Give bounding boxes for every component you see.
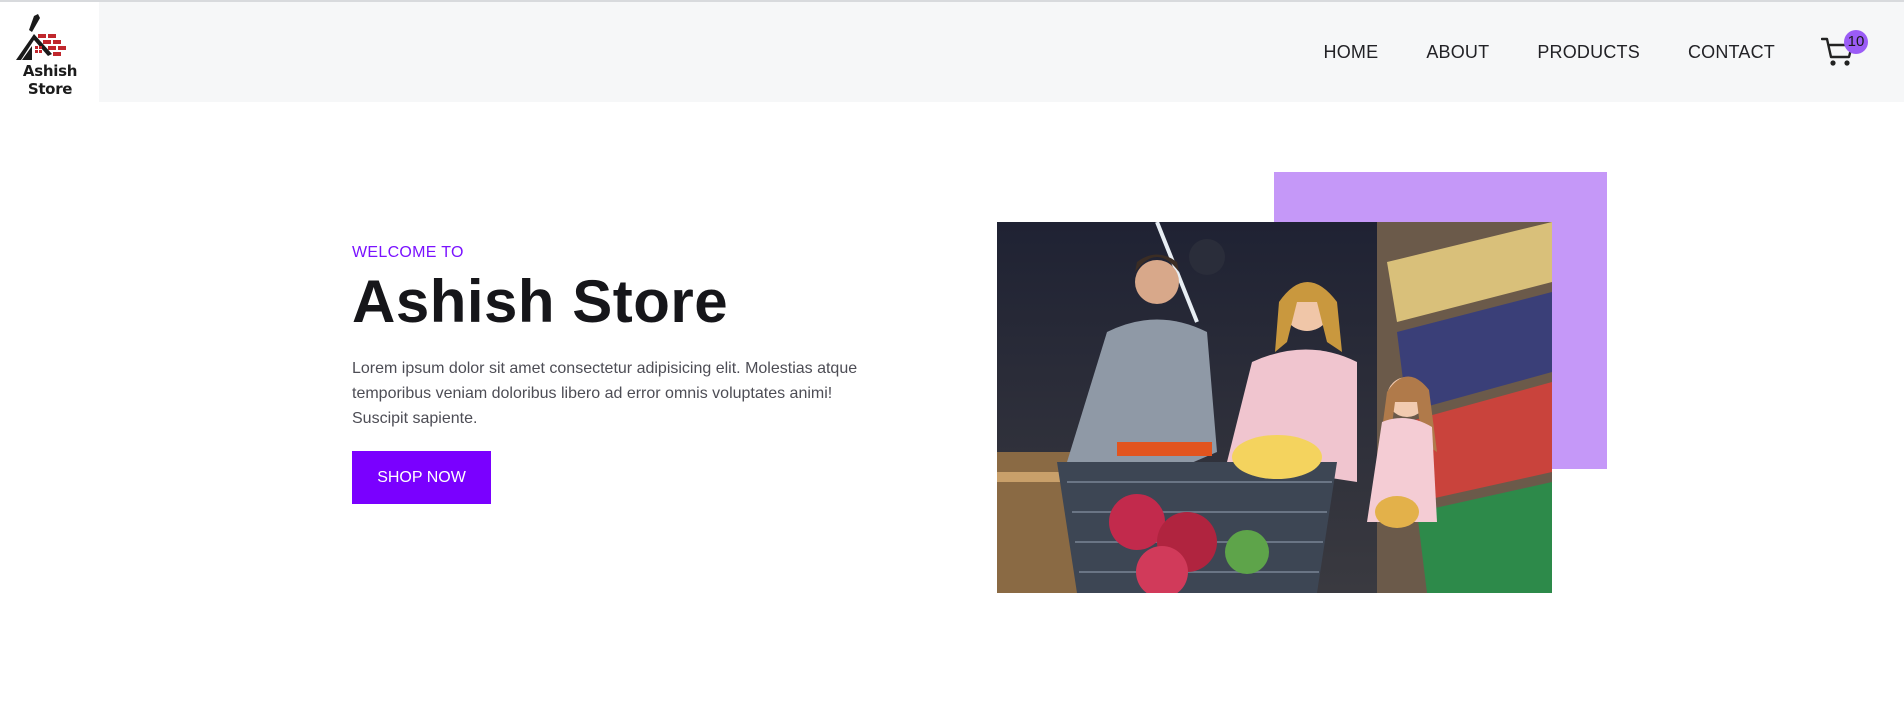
hero-description: Lorem ipsum dolor sit amet consectetur a… <box>352 360 858 427</box>
nav-contact[interactable]: CONTACT <box>1688 42 1775 63</box>
cart-count-badge: 10 <box>1844 30 1868 54</box>
nav-home[interactable]: HOME <box>1324 42 1379 63</box>
hero-title: Ashish Store <box>352 268 729 335</box>
logo[interactable]: Ashish Store <box>0 2 99 102</box>
logo-text: Ashish Store <box>22 62 78 98</box>
main-nav: HOME ABOUT PRODUCTS CONTACT <box>1276 2 1776 102</box>
cart-button[interactable]: 10 <box>1818 30 1868 74</box>
shop-now-button[interactable]: SHOP NOW <box>352 451 491 504</box>
house-logo-icon <box>16 14 66 60</box>
family-shopping-illustration <box>997 222 1552 593</box>
nav-products[interactable]: PRODUCTS <box>1537 42 1640 63</box>
hero-image <box>997 222 1552 593</box>
nav-about[interactable]: ABOUT <box>1426 42 1489 63</box>
navbar: Ashish Store HOME ABOUT PRODUCTS CONTACT… <box>0 2 1904 102</box>
hero-text: WELCOME TO Ashish Store Lorem ipsum dolo… <box>352 244 912 504</box>
hero-eyebrow: WELCOME TO <box>352 244 464 261</box>
